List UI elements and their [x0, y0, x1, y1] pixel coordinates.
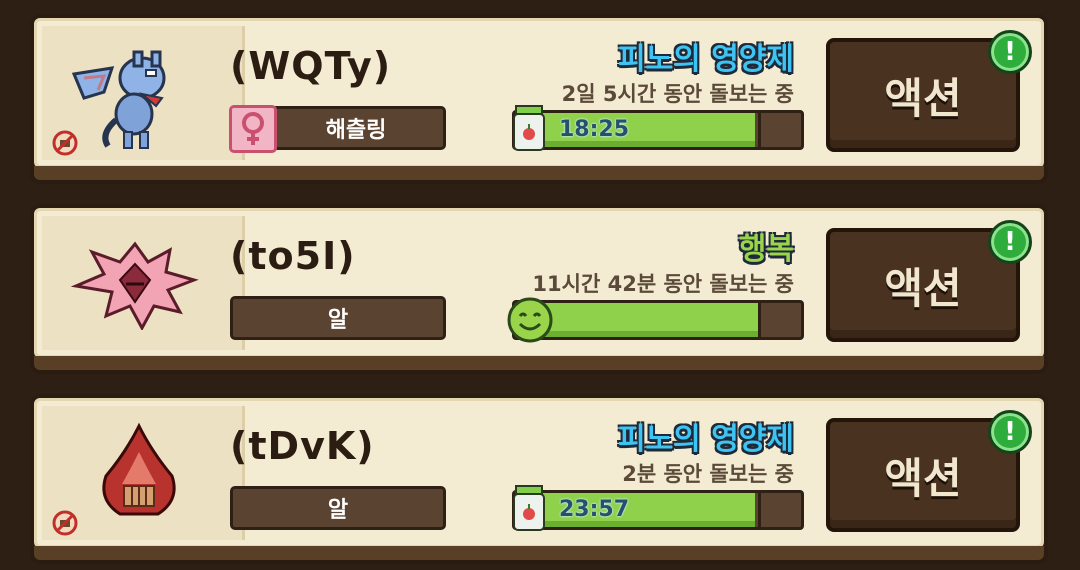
pet-stage-tag: 해츨링: [229, 105, 446, 153]
care-progress-fill: [515, 113, 756, 147]
status-title: 행복: [738, 232, 794, 267]
pet-card-3[interactable]: (tDvK) 알 피노의 영양제 2분 동안 돌보는 중 23:57 액션 !: [30, 394, 1048, 564]
happiness-progress-bar: [512, 300, 804, 340]
status-title: 피노의 영양제: [617, 42, 794, 77]
pet-stage-label: 알: [327, 498, 349, 523]
no-trade-icon: [52, 130, 78, 156]
pet-stage-tag: 알: [230, 296, 446, 340]
status-subtitle: 11시간 42분 동안 돌보는 중: [532, 272, 794, 296]
pet-portrait: [42, 216, 245, 350]
pet-card-1[interactable]: (WQTy) 해츨링 피노의 영양제 2일 5시간 동안 돌보는 중 18:25…: [30, 14, 1048, 184]
care-progress-bar: 23:57: [512, 490, 804, 530]
pet-name: (tDvK): [230, 424, 375, 468]
nutrient-jar-icon: [513, 485, 545, 531]
care-progress-bar: 18:25: [512, 110, 804, 150]
status-subtitle: 2일 5시간 동안 돌보는 중: [561, 82, 794, 106]
status-subtitle: 2분 동안 돌보는 중: [622, 462, 794, 486]
pet-portrait: [42, 406, 245, 540]
no-trade-icon: [52, 510, 78, 536]
timer-text: 23:57: [559, 497, 630, 522]
blue-dragon-icon: [71, 50, 166, 149]
pet-name: (WQTy): [230, 44, 392, 88]
pet-portrait: [42, 26, 245, 160]
spiky-egg-icon: [70, 241, 199, 330]
pet-stage-label: 알: [327, 308, 349, 333]
pet-card-2[interactable]: (to5I) 알 행복 11시간 42분 동안 돌보는 중 액션 !: [30, 204, 1048, 374]
nutrient-jar-icon: [513, 105, 545, 151]
alert-badge-icon[interactable]: !: [988, 220, 1032, 264]
status-title: 피노의 영양제: [617, 422, 794, 457]
female-icon: [229, 105, 277, 153]
red-egg-icon: [102, 422, 176, 516]
timer-text: 18:25: [559, 117, 630, 142]
happy-face-icon: [507, 297, 553, 343]
alert-badge-icon[interactable]: !: [988, 30, 1032, 74]
pet-name: (to5I): [230, 234, 356, 278]
pet-stage-label: 해츨링: [325, 118, 387, 143]
pet-stage-tag: 알: [230, 486, 446, 530]
alert-badge-icon[interactable]: !: [988, 410, 1032, 454]
care-progress-fill: [515, 493, 756, 527]
